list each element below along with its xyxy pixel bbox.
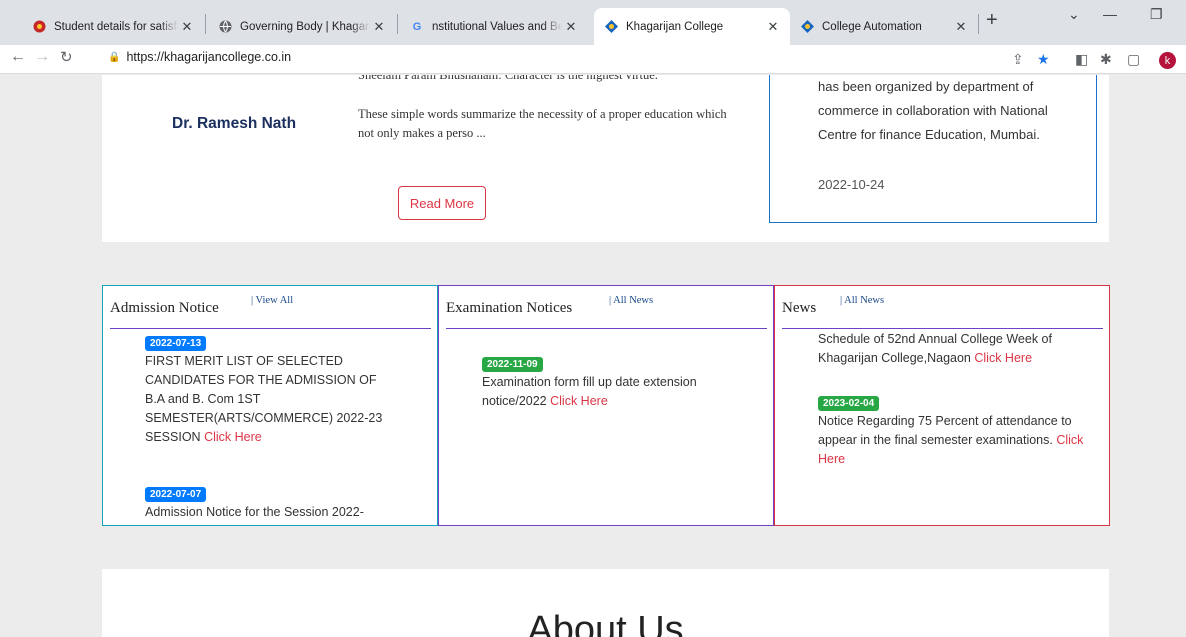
click-here-link[interactable]: Click Here [204, 430, 262, 444]
tab-college-automation[interactable]: College Automation ✕ [790, 8, 978, 45]
tab-institutional-values[interactable]: G nstitutional Values and Best P ✕ [400, 8, 588, 45]
examination-notices-title: Examination Notices [446, 300, 573, 316]
back-icon[interactable]: ← [10, 48, 26, 66]
side-panel-icon[interactable]: ▢ [1127, 51, 1140, 68]
event-text: has been organized by department of comm… [818, 79, 1048, 142]
divider [110, 328, 431, 329]
extension-icon[interactable]: ◧ [1075, 51, 1088, 68]
list-item: 2022-11-09 Examination form fill up date… [482, 354, 732, 411]
close-icon[interactable]: ✕ [178, 19, 196, 35]
event-date: 2022-10-24 [818, 177, 885, 192]
bookmark-star-icon[interactable]: ★ [1037, 51, 1050, 68]
browser-tab-strip: Student details for satisfactio ✕ Govern… [0, 0, 1186, 45]
all-news-link[interactable]: | All News [609, 295, 653, 306]
news-column: News | All News Schedule of 52nd Annual … [774, 285, 1110, 526]
news-text: Notice Regarding 75 Percent of attendanc… [818, 414, 1072, 447]
list-item: 2022-07-13 FIRST MERIT LIST OF SELECTED … [145, 333, 385, 447]
principal-quote-cut: Sheelam Param Bhushanam: Character is th… [358, 75, 658, 82]
reload-icon[interactable]: ↻ [60, 48, 73, 66]
examination-notices-column: Examination Notices | All News 2022-11-0… [438, 285, 774, 526]
click-here-link[interactable]: Click Here [550, 394, 608, 408]
about-us-section: About Us [102, 569, 1109, 637]
list-item: 2022-07-07 Admission Notice for the Sess… [145, 484, 435, 522]
url-text: https://khagarijancollege.co.in [126, 50, 292, 64]
close-icon[interactable]: ✕ [370, 19, 388, 35]
about-us-title: About Us [527, 609, 684, 637]
minimize-icon[interactable]: — [1103, 6, 1117, 22]
click-here-link[interactable]: Click Here [974, 351, 1032, 365]
list-item: Schedule of 52nd Annual College Week of … [818, 330, 1108, 368]
restore-icon[interactable]: ❐ [1150, 6, 1163, 23]
divider [446, 328, 767, 329]
forward-icon[interactable]: → [34, 48, 50, 66]
notice-text: FIRST MERIT LIST OF SELECTED CANDIDATES … [145, 354, 383, 444]
red-flower-icon [32, 20, 46, 34]
tab-governing-body[interactable]: Governing Body | Khagarijan ✕ [208, 8, 396, 45]
address-bar[interactable]: 🔒 https://khagarijancollege.co.in [108, 50, 291, 64]
browser-toolbar: ← → ↻ 🔒 https://khagarijancollege.co.in … [0, 45, 1186, 74]
globe-icon [218, 20, 232, 34]
close-icon[interactable]: ✕ [764, 19, 782, 35]
tab-khagarijan-college[interactable]: Khagarijan College ✕ [594, 8, 790, 45]
college-logo-icon [604, 20, 618, 34]
college-logo-icon [800, 20, 814, 34]
read-more-button[interactable]: Read More [398, 186, 486, 220]
profile-avatar[interactable]: k [1159, 52, 1176, 69]
date-badge: 2022-07-13 [145, 336, 207, 351]
notice-text: Admission Notice for the Session 2022- [145, 505, 364, 519]
view-all-link[interactable]: | View All [251, 295, 293, 306]
principal-quote: These simple words summarize the necessi… [358, 107, 727, 140]
admission-notice-title: Admission Notice [110, 300, 219, 316]
principal-name: Dr. Ramesh Nath [172, 115, 297, 132]
puzzle-icon[interactable]: ✱ [1100, 51, 1112, 68]
tab-student-details[interactable]: Student details for satisfactio ✕ [22, 8, 204, 45]
date-badge: 2022-11-09 [482, 357, 543, 372]
google-icon: G [412, 20, 422, 33]
date-badge: 2023-02-04 [818, 396, 880, 411]
admission-notice-column: Admission Notice | View All 2022-07-13 F… [102, 285, 438, 526]
close-icon[interactable]: ✕ [952, 19, 970, 35]
page-content: Sheelam Param Bhushanam: Character is th… [0, 75, 1186, 637]
news-title: News [782, 300, 817, 316]
tab-search-icon[interactable]: ⌄ [1068, 6, 1080, 23]
new-tab-button[interactable]: + [986, 9, 998, 32]
lock-icon: 🔒 [108, 51, 121, 63]
notices-section: Admission Notice | View All 2022-07-13 F… [102, 285, 1110, 526]
divider [782, 328, 1103, 329]
close-icon[interactable]: ✕ [562, 19, 580, 35]
list-item: 2023-02-04 Notice Regarding 75 Percent o… [818, 393, 1108, 469]
date-badge: 2022-07-07 [145, 487, 207, 502]
share-icon[interactable]: ⇪ [1012, 51, 1024, 68]
all-news-link[interactable]: | All News [840, 295, 884, 306]
